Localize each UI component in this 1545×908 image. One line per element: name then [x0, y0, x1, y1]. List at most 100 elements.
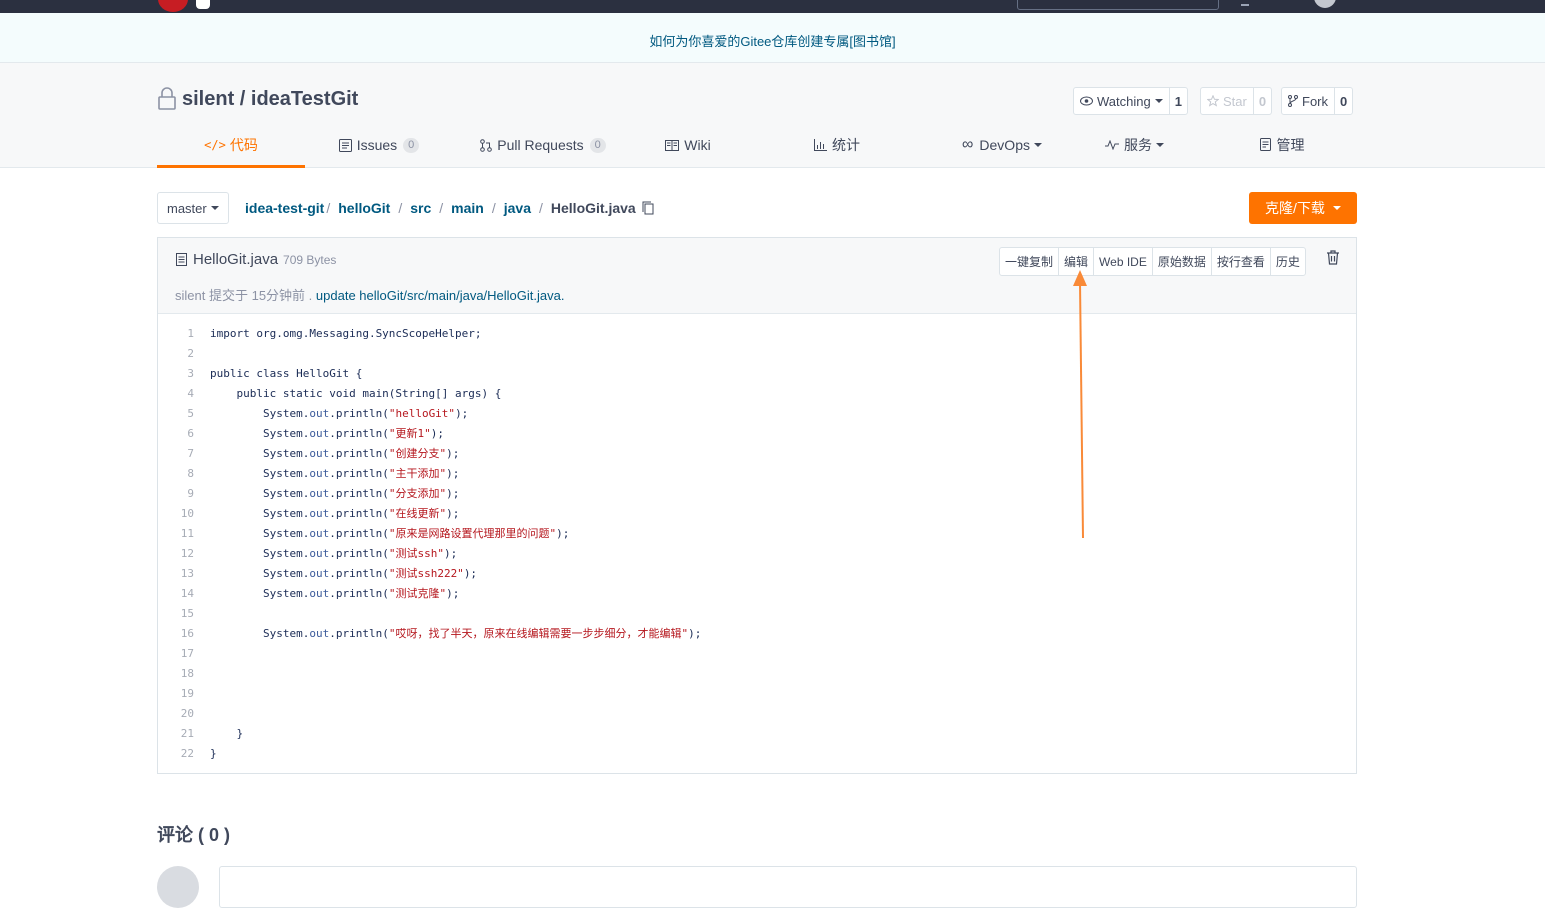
file-size: 709 Bytes [283, 252, 337, 267]
chevron-down-icon [1332, 206, 1341, 210]
breadcrumb-separator: / [539, 200, 543, 216]
breadcrumb-separator: / [491, 200, 496, 216]
code-line: 16 System.out.println("哎呀，找了半天，原来在线编辑需要一… [158, 624, 1356, 644]
repo-full-name[interactable]: silent / ideaTestGit [182, 88, 358, 111]
chevron-down-icon [1033, 143, 1042, 147]
line-number[interactable]: 16 [158, 624, 210, 644]
line-number[interactable]: 4 [158, 384, 210, 404]
tab-label: 服务 [1124, 137, 1152, 153]
commit-info: silent 提交于 15分钟前 . update helloGit/src/m… [175, 285, 564, 304]
branch-select[interactable]: master [157, 192, 229, 224]
code-text: System.out.println("分支添加"); [210, 487, 460, 500]
line-number[interactable]: 3 [158, 364, 210, 384]
code-line: 19 [158, 684, 1356, 704]
breadcrumb-item[interactable]: helloGit [338, 200, 390, 216]
wiki-icon [665, 139, 680, 151]
commit-time: 提交于 15分钟前 . [208, 288, 313, 303]
clone-download-button[interactable]: 克隆/下载 [1249, 192, 1357, 224]
line-number[interactable]: 12 [158, 544, 210, 564]
code-line: 2 [158, 344, 1356, 364]
line-number[interactable]: 7 [158, 444, 210, 464]
create-icon[interactable] [1241, 0, 1249, 6]
line-number[interactable]: 9 [158, 484, 210, 504]
line-number[interactable]: 22 [158, 744, 210, 764]
commit-message-link[interactable]: update helloGit/src/main/java/HelloGit.j… [316, 288, 565, 303]
top-nav-bar [0, 0, 1545, 13]
issues-icon [338, 138, 352, 152]
copy-all-button[interactable]: 一键复制 [1000, 248, 1060, 275]
repo-tabs: </> 代码 Issues 0 Pull Requests 0 Wiki 统计 … [157, 125, 1357, 168]
watch-count[interactable]: 1 [1170, 88, 1187, 114]
copy-icon[interactable] [642, 201, 654, 215]
commit-author[interactable]: silent [175, 288, 205, 303]
tab-issues[interactable]: Issues 0 [305, 125, 453, 165]
user-avatar[interactable] [1314, 0, 1336, 8]
line-number[interactable]: 18 [158, 664, 210, 684]
line-number[interactable]: 2 [158, 344, 210, 364]
line-number[interactable]: 20 [158, 704, 210, 724]
comments-title: 评论 ( 0 ) [157, 825, 231, 845]
comment-input[interactable] [219, 866, 1357, 908]
line-number[interactable]: 1 [158, 324, 210, 344]
history-button[interactable]: 历史 [1271, 248, 1305, 275]
line-number[interactable]: 10 [158, 504, 210, 524]
tab-label: DevOps [979, 137, 1030, 153]
promo-banner: 如何为你喜爱的Gitee仓库创建专属[图书馆] [0, 13, 1545, 63]
tab-label: Issues [356, 137, 398, 153]
breadcrumb-current: HelloGit.java [550, 200, 636, 216]
repo-header: silent / ideaTestGit Watching 1 Star 0 F… [0, 63, 1545, 168]
code-text: } [210, 747, 217, 760]
star-icon [1207, 95, 1219, 107]
tab-pull-requests[interactable]: Pull Requests 0 [453, 125, 633, 165]
code-line: 12 System.out.println("测试ssh"); [158, 544, 1356, 564]
breadcrumb-item[interactable]: main [451, 200, 484, 216]
line-number[interactable]: 8 [158, 464, 210, 484]
line-number[interactable]: 19 [158, 684, 210, 704]
code-line: 8 System.out.println("主干添加"); [158, 464, 1356, 484]
tab-wiki[interactable]: Wiki [633, 125, 743, 165]
line-number[interactable]: 17 [158, 644, 210, 664]
tab-devops[interactable]: ∞ DevOps [927, 125, 1077, 165]
file-title: HelloGit.java 709 Bytes [176, 251, 336, 268]
tab-stats[interactable]: 统计 [767, 125, 907, 165]
line-number[interactable]: 13 [158, 564, 210, 584]
watch-button[interactable]: Watching 1 [1073, 87, 1188, 115]
line-number[interactable]: 6 [158, 424, 210, 444]
star-button[interactable]: Star 0 [1200, 87, 1273, 115]
line-number[interactable]: 15 [158, 604, 210, 624]
line-number[interactable]: 11 [158, 524, 210, 544]
chevron-down-icon [1154, 99, 1163, 103]
star-count[interactable]: 0 [1254, 88, 1271, 114]
search-input[interactable] [1017, 0, 1219, 10]
line-number[interactable]: 14 [158, 584, 210, 604]
tab-label: 统计 [832, 137, 860, 153]
gitee-logo-icon[interactable] [158, 0, 188, 12]
tab-code[interactable]: </> 代码 [157, 125, 305, 168]
code-line: 7 System.out.println("创建分支"); [158, 444, 1356, 464]
fork-count[interactable]: 0 [1335, 88, 1352, 114]
star-label: Star [1223, 93, 1247, 109]
breadcrumb-item[interactable]: src [410, 200, 431, 216]
code-text: public class HelloGit { [210, 367, 363, 380]
tab-label: 代码 [229, 137, 258, 153]
code-line: 1 import org.omg.Messaging.SyncScopeHelpe… [158, 324, 1356, 344]
line-number[interactable]: 21 [158, 724, 210, 744]
file-header: HelloGit.java 709 Bytes silent 提交于 15分钟前… [158, 238, 1356, 314]
pr-count-badge: 0 [589, 137, 606, 153]
web-ide-button[interactable]: Web IDE [1094, 248, 1153, 275]
breadcrumb-item[interactable]: idea-test-git [245, 200, 324, 216]
tab-manage[interactable]: 管理 [1227, 125, 1337, 165]
file-viewer: HelloGit.java 709 Bytes silent 提交于 15分钟前… [157, 237, 1357, 774]
tab-service[interactable]: 服务 [1062, 125, 1207, 165]
raw-button[interactable]: 原始数据 [1153, 248, 1212, 275]
blame-button[interactable]: 按行查看 [1212, 248, 1271, 275]
code-line: 20 [158, 704, 1356, 724]
code-text: System.out.println("测试ssh222"); [210, 567, 478, 580]
delete-icon[interactable] [1326, 250, 1340, 265]
promo-banner-link[interactable]: 如何为你喜爱的Gitee仓库创建专属[图书馆] [649, 31, 895, 50]
edit-button[interactable]: 编辑 [1059, 248, 1095, 275]
fork-button[interactable]: Fork 0 [1281, 87, 1354, 115]
line-number[interactable]: 5 [158, 404, 210, 424]
code-text: System.out.println("测试ssh"); [210, 547, 458, 560]
breadcrumb-item[interactable]: java [504, 200, 531, 216]
